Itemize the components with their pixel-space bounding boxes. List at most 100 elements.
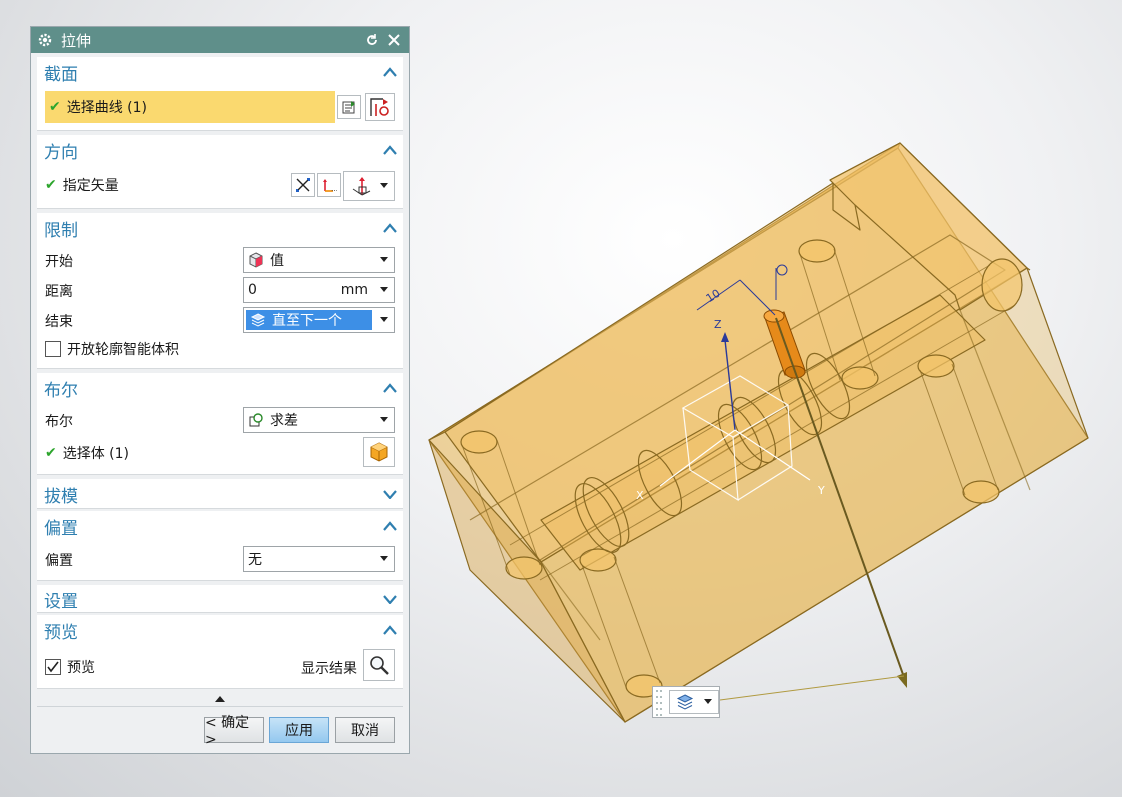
open-profile-checkbox[interactable] — [45, 341, 61, 357]
boolean-dropdown[interactable]: 求差 — [243, 407, 395, 433]
start-dropdown[interactable]: 值 — [243, 247, 395, 273]
boolean-header[interactable]: 布尔 — [37, 373, 403, 403]
select-curve-label: 选择曲线 (1) — [66, 100, 148, 116]
vector-type-dropdown[interactable] — [343, 171, 395, 201]
until-next-icon — [676, 694, 694, 710]
axis-y-label: Y — [817, 484, 825, 497]
svg-text:…: … — [331, 185, 337, 193]
chevron-up-icon[interactable] — [383, 383, 397, 393]
apply-button[interactable]: 应用 — [269, 717, 329, 743]
offset-group: 偏置 偏置 无 — [37, 511, 403, 581]
distance-unit[interactable]: mm — [341, 282, 368, 298]
triangle-up-icon — [215, 695, 225, 702]
chevron-down-icon — [380, 317, 388, 322]
vector-axis-icon — [352, 177, 371, 196]
drag-grip-icon[interactable] — [655, 687, 663, 717]
dialog-title: 拉伸 — [61, 31, 92, 50]
curve-flag-icon — [370, 98, 389, 116]
cancel-button[interactable]: 取消 — [335, 717, 395, 743]
offset-dropdown[interactable]: 无 — [243, 546, 395, 572]
chevron-up-icon[interactable] — [383, 521, 397, 531]
boolean-group: 布尔 布尔 求差 ✔ 选择体 (1) — [37, 373, 403, 475]
limits-group: 限制 开始 值 距离 0 mm 结束 直至下一个 开放轮廓智能体积 — [37, 213, 403, 369]
preview-header[interactable]: 预览 — [37, 615, 403, 645]
select-curve-row[interactable]: ✔ 选择曲线 (1) — [45, 91, 335, 123]
section-header[interactable]: 截面 — [37, 57, 403, 87]
end-selected: 直至下一个 — [246, 310, 372, 330]
chevron-down-icon — [380, 556, 388, 561]
open-profile-row[interactable]: 开放轮廓智能体积 — [45, 335, 395, 363]
chevron-down-icon[interactable] — [383, 594, 397, 604]
boolean-title: 布尔 — [44, 380, 78, 401]
preview-group: 预览 预览 显示结果 — [37, 615, 403, 689]
ok-button[interactable]: < 确定 > — [204, 715, 264, 748]
check-icon: ✔ — [45, 177, 57, 193]
preview-checkbox[interactable] — [45, 659, 61, 675]
dialog-titlebar: 拉伸 — [31, 27, 409, 53]
distance-value: 0 — [248, 282, 257, 298]
section-group: 截面 ✔ 选择曲线 (1) — [37, 57, 403, 131]
subtract-icon — [249, 413, 263, 427]
block-model[interactable] — [428, 142, 1089, 723]
check-icon: ✔ — [49, 99, 61, 115]
chevron-down-icon — [380, 183, 388, 188]
until-next-icon — [250, 313, 266, 327]
gear-icon[interactable] — [37, 32, 53, 48]
sketch-icon — [342, 101, 355, 114]
vector-dialog-button[interactable]: … — [317, 173, 341, 197]
select-body-button[interactable] — [363, 437, 395, 467]
extrude-dialog: 拉伸 截面 ✔ 选择曲线 (1) 方向 ✔ 指定矢量 限制 开始 值 距离 0 … — [30, 26, 410, 754]
distance-input[interactable]: 0 mm — [243, 277, 395, 303]
direction-group: 方向 ✔ 指定矢量 … — [37, 135, 403, 209]
offset-value: 无 — [248, 552, 262, 568]
chevron-up-icon[interactable] — [383, 145, 397, 155]
reverse-direction-button[interactable] — [291, 173, 315, 197]
offset-title: 偏置 — [44, 518, 78, 539]
solid-body-icon — [370, 442, 388, 462]
sketch-section-button[interactable] — [337, 95, 361, 119]
reset-icon[interactable] — [363, 31, 381, 49]
chevron-up-icon[interactable] — [383, 223, 397, 233]
offset-label: 偏置 — [45, 553, 73, 569]
chevron-down-icon[interactable] — [380, 287, 388, 293]
check-icon: ✔ — [45, 445, 57, 461]
reverse-direction-icon — [296, 178, 310, 192]
offset-header[interactable]: 偏置 — [37, 511, 403, 541]
axis-x-label: X — [636, 489, 644, 502]
chevron-down-icon[interactable] — [383, 489, 397, 499]
graphics-viewport[interactable]: Z X Y 10 — [420, 0, 1122, 797]
chevron-down-icon — [380, 417, 388, 422]
close-icon[interactable] — [385, 31, 403, 49]
show-result-label: 显示结果 — [301, 661, 357, 677]
draft-group: 拔模 — [37, 479, 403, 509]
boolean-label: 布尔 — [45, 414, 73, 430]
preview-title: 预览 — [44, 622, 78, 643]
curve-select-button[interactable] — [365, 93, 395, 121]
axis-z-label: Z — [714, 318, 722, 331]
section-title: 截面 — [44, 64, 78, 85]
value-cube-icon — [249, 252, 263, 268]
open-profile-label: 开放轮廓智能体积 — [67, 342, 179, 358]
show-result-button[interactable] — [363, 649, 395, 681]
select-body-row[interactable]: ✔ 选择体 (1) — [45, 439, 395, 467]
draft-header[interactable]: 拔模 — [37, 479, 403, 509]
chevron-up-icon[interactable] — [383, 625, 397, 635]
boolean-value: 求差 — [270, 413, 298, 429]
end-value: 直至下一个 — [272, 313, 342, 329]
checkmark-icon — [47, 661, 59, 673]
distance-label: 距离 — [45, 284, 73, 300]
limit-handle-combo[interactable] — [669, 690, 719, 714]
select-body-label: 选择体 (1) — [62, 446, 130, 462]
limit-handle-dropdown[interactable] — [652, 686, 720, 718]
specify-vector-label: 指定矢量 — [62, 178, 119, 194]
settings-title: 设置 — [44, 591, 78, 612]
collapse-bar[interactable] — [37, 691, 403, 707]
settings-group: 设置 — [37, 585, 403, 613]
chevron-down-icon — [704, 699, 712, 704]
end-dropdown[interactable]: 直至下一个 — [243, 307, 395, 333]
limits-header[interactable]: 限制 — [37, 213, 403, 243]
settings-header[interactable]: 设置 — [37, 585, 403, 613]
preview-label: 预览 — [67, 660, 95, 676]
direction-header[interactable]: 方向 — [37, 135, 403, 165]
chevron-up-icon[interactable] — [383, 67, 397, 77]
